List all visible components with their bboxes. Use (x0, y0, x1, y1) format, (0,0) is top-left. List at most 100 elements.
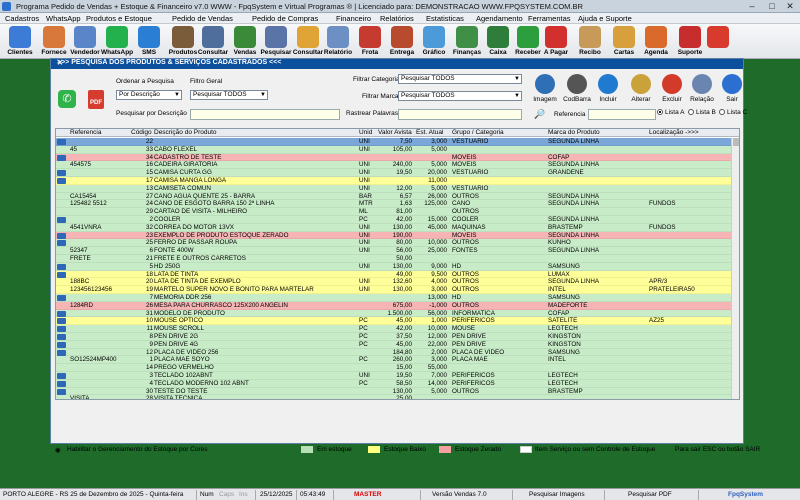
table-row[interactable]: 25 FERRO DE PASSAR ROUPA UNI 80,00 10,000 OUT… (56, 239, 733, 248)
table-row[interactable]: 2 COOLER PC 42,00 15,000 COOLER SEGUNDA LINHA (56, 215, 733, 224)
toolbar-button-vendas[interactable]: Vendas (229, 26, 261, 58)
table-row[interactable]: 17 CAMISA MANGA LONGA UNI 11,000 (56, 176, 733, 185)
toolbar-button-finan-as[interactable]: Finanças (451, 26, 483, 58)
menu-ajuda-suporte[interactable]: Ajuda e Suporte (578, 14, 632, 23)
toolbar-button-pesquisar[interactable]: Pesquisar (260, 26, 292, 58)
toolbar-button-frota[interactable]: Frota (354, 26, 386, 58)
table-row[interactable]: 4 TECLADO MODERNO 102 ABNT PC 58,50 14,000 PE… (56, 379, 733, 388)
col-descricao[interactable]: Descrição do Produto (154, 129, 217, 137)
status-pesquisar-pdf[interactable]: Pesquisar PDF (628, 491, 672, 498)
table-row[interactable]: 30 TESTE DO TESTE 130,00 5,000 OUTROS BRASTEM… (56, 387, 733, 396)
table-row[interactable]: 3 TECLADO 102ABNT UNI 19,50 7,000 PERIFERICOS… (56, 371, 733, 380)
incluir-button[interactable]: Incluir (594, 74, 622, 110)
menu-whatsapp[interactable]: WhatsApp (46, 14, 81, 23)
col-marca[interactable]: Marca do Produto (548, 129, 600, 137)
radio-icon[interactable]: ◉ (55, 446, 61, 454)
scroll-thumb[interactable] (733, 138, 739, 146)
excluir-button[interactable]: Excluir (658, 74, 686, 110)
table-row[interactable]: 9 PEN DRIVE 4G PC 45,00 22,000 PEN DRIVE KINGS… (56, 340, 733, 349)
toolbar-button-sms[interactable]: SMS (133, 26, 165, 58)
menu-estatisticas[interactable]: Estatisticas (426, 14, 464, 23)
pesquisar-descricao-input[interactable] (190, 109, 340, 120)
menu-produtos-estoque[interactable]: Produtos e Estoque (86, 14, 152, 23)
table-row[interactable]: 23 EXEMPLO DE PRODUTO ESTOQUE ZERADO UNI 19… (56, 231, 733, 240)
toolbar-button-a-pagar[interactable]: A Pagar (540, 26, 572, 58)
col-grupo[interactable]: Grupo / Categoria (452, 129, 504, 137)
status-pesquisar-imagens[interactable]: Pesquisar Imagens (529, 491, 585, 498)
col-valor[interactable]: Valor Avista (378, 129, 412, 137)
col-codigo[interactable]: Código (131, 129, 152, 137)
col-unid[interactable]: Unid (359, 129, 372, 137)
legend-toggle-label[interactable]: Habilitar o Gerenciamento do Estoque por… (67, 446, 208, 453)
toolbar-button-consultar[interactable]: Consultar (197, 26, 229, 58)
table-row[interactable]: 13 CAMISETA COMUN UNI 12,00 5,000 VESTUARIO (56, 184, 733, 193)
table-row[interactable]: 45 33 CABO FLEXEL UNI 105,00 5,000 (56, 145, 733, 154)
minimize-icon[interactable]: – (742, 0, 762, 12)
table-row[interactable]: 4541VNRA 32 CORREA DO MOTOR 13VX UNI 130,00 4… (56, 223, 733, 232)
menu-agendamento[interactable]: Agendamento (476, 14, 523, 23)
table-row[interactable]: 52347 6 FONTE 400W UNI 56,00 25,000 FONTES SEGU… (56, 247, 733, 255)
filtrar-categoria-select[interactable]: Pesquisar TODOS ▼ (398, 74, 522, 84)
table-row[interactable]: 10 MOUSE OPTICO PC 45,00 1,000 PERIFERICOS SAT… (56, 317, 733, 326)
col-referencia[interactable]: Referencia (70, 129, 101, 137)
table-row[interactable]: 12 PLACA DE VIDEO 256 184,80 2,000 PLACA DE … (56, 348, 733, 357)
table-row[interactable]: 11 MOUSE SCROLL PC 42,00 10,000 MOUSE LEGTECH (56, 325, 733, 333)
sair-button[interactable]: Sair (718, 74, 746, 110)
radio-lista-a[interactable]: Lista A (657, 109, 685, 116)
pdf-icon[interactable]: PDF (88, 90, 104, 109)
toolbar-button-gr-fico[interactable]: Gráfico (418, 26, 450, 58)
table-row[interactable]: VISITA 28 VISITA TÉCNICA 25,00 (56, 395, 733, 399)
table-row[interactable]: FRETE 21 FRETE E OUTROS CARRETOS 50,00 (56, 254, 733, 263)
toolbar-button-entrega[interactable]: Entrega (386, 26, 418, 58)
menu-financeiro[interactable]: Financeiro (336, 14, 371, 23)
toolbar-button-fornece[interactable]: Fornece (38, 26, 70, 58)
radio-lista-b[interactable]: Lista B (688, 109, 716, 116)
table-row[interactable]: 31 MODELO DE PRODUTO 1.500,00 56,000 INFORMA… (56, 309, 733, 318)
table-row[interactable]: 188BC 20 LATA DE TINTA DE EXEMPLO UNI 132,60… (56, 278, 733, 287)
menu-relatorios[interactable]: Relatórios (380, 14, 414, 23)
table-row[interactable]: 15 CAMISA CURTA GG UNI 19,50 20,000 VESTUARIO… (56, 169, 733, 177)
menu-pedido-compras[interactable]: Pedido de Compras (252, 14, 318, 23)
table-row[interactable]: 454575 16 CADEIRA GIRATORIA UNI 240,00 5,000 M… (56, 161, 733, 170)
table-row[interactable]: 18 LATA DE TINTA 49,00 9,500 OUTROS LUMAX (56, 270, 733, 279)
vertical-scrollbar[interactable] (731, 138, 739, 399)
maximize-icon[interactable]: □ (762, 0, 782, 12)
menu-pedido-vendas[interactable]: Pedido de Vendas (172, 14, 233, 23)
col-localizacao[interactable]: Localização ->>> (649, 129, 699, 137)
close-window-icon[interactable]: ✕ (57, 59, 740, 69)
toolbar-button-caixa[interactable]: Caixa (482, 26, 514, 58)
table-row[interactable]: 14 PREGO VERMELHO 15,00 55,000 (56, 364, 733, 372)
col-estoque[interactable]: Est. Atual (416, 129, 443, 137)
toolbar-button-agenda[interactable]: Agenda (640, 26, 672, 58)
rela-o-button[interactable]: Relação (688, 74, 716, 110)
table-row[interactable]: CA15454 27 CANO AGUA QUENTE 25 - BARRA BAR 6… (56, 192, 733, 201)
toolbar-button-consultar[interactable]: Consultar (292, 26, 324, 58)
table-row[interactable]: 125482 5512 24 CANO DE ESGOTO BARRA 150 2ª… (56, 200, 733, 209)
table-row[interactable]: 1284RD 26 MESA PARA CHURRASCO 125X200 ANGE… (56, 301, 733, 310)
radio-lista-c[interactable]: Lista C (719, 109, 747, 116)
close-icon[interactable]: ✕ (780, 0, 800, 12)
referencia-input[interactable] (588, 109, 656, 120)
table-row[interactable]: 7 MEMORIA DDR 256 13,000 HD SAMSUNG (56, 293, 733, 302)
table-row[interactable]: 8 PEN DRIVE 2G PC 37,50 12,000 PEN DRIVE KINGS… (56, 332, 733, 341)
filtro-geral-select[interactable]: Pesquisar TODOS ▼ (190, 90, 268, 100)
table-row[interactable]: 29 CARTAO DE VISITA - MILHEIRO ML 81,00 OUTR… (56, 208, 733, 216)
filtrar-marca-select[interactable]: Pesquisar TODOS ▼ (398, 91, 522, 101)
toolbar-button-clientes[interactable]: Clientes (4, 26, 36, 58)
toolbar-button-relat-rio[interactable]: Relatório (322, 26, 354, 58)
toolbar-button-exit[interactable] (702, 26, 734, 58)
search-icon[interactable]: 🔎 (534, 109, 545, 120)
table-row[interactable]: 34 CADASTRO DE TESTE MOVEIS COFAP (56, 153, 733, 162)
table-row[interactable]: 5 HD 250G UNI 130,00 9,000 HD SAMSUNG (56, 262, 733, 271)
menu-ferramentas[interactable]: Ferramentas (528, 14, 571, 23)
toolbar-button-whatsapp[interactable]: WhatsApp (101, 26, 133, 58)
toolbar-button-recibo[interactable]: Recibo (574, 26, 606, 58)
ordenar-select[interactable]: Por Descrição ▼ (116, 90, 182, 100)
menu-cadastros[interactable]: Cadastros (5, 14, 39, 23)
toolbar-button-produtos[interactable]: Produtos (167, 26, 199, 58)
whatsapp-icon[interactable]: ✆ (58, 90, 76, 108)
imagem-button[interactable]: Imagem (531, 74, 559, 110)
codbarra-button[interactable]: CodBarra (563, 74, 591, 110)
rastrear-input[interactable] (398, 109, 522, 120)
toolbar-button-vendedor[interactable]: Vendedor (69, 26, 101, 58)
